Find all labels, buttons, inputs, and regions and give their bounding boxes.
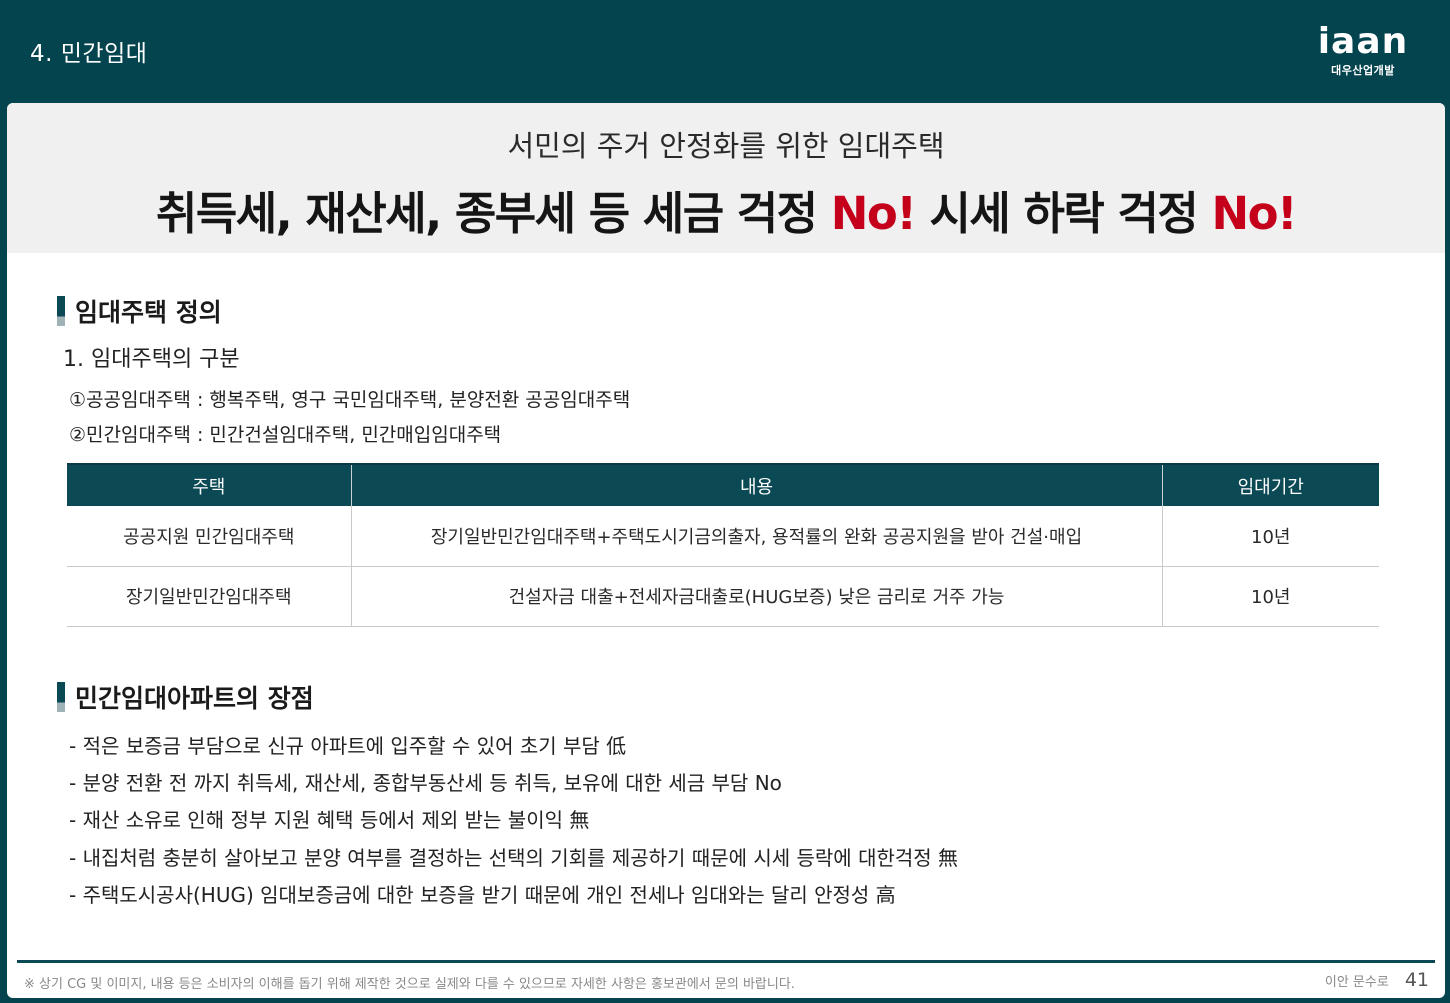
logo-wordmark: iaan (1317, 21, 1409, 62)
section-title: 4. 민간임대 (30, 41, 148, 67)
table-cell: 10년 (1162, 566, 1379, 627)
table-cell: 장기일반민간임대주택+주택도시기금의출자, 용적률의 완화 공공지원을 받아 건… (351, 506, 1163, 567)
advantages-heading-text: 민간임대아파트의 장점 (75, 684, 314, 713)
table-header-row: 주택 내용 임대기간 (67, 463, 1379, 506)
table-row: 공공지원 민간임대주택 장기일반민간임대주택+주택도시기금의출자, 용적률의 완… (67, 506, 1379, 567)
table-header-cell: 내용 (351, 463, 1163, 506)
footer-meta: 이안 문수로 41 (1325, 969, 1429, 991)
table-cell: 공공지원 민간임대주택 (67, 506, 352, 567)
table-cell: 장기일반민간임대주택 (67, 566, 352, 627)
page-number: 41 (1404, 969, 1429, 991)
heading-marker-icon (57, 296, 65, 326)
advantage-item: - 분양 전환 전 까지 취득세, 재산세, 종합부동산세 등 취득, 보유에 … (69, 771, 782, 795)
definition-item-public: ①공공임대주택 : 행복주택, 영구 국민임대주택, 분양전환 공공임대주택 (69, 389, 631, 411)
advantage-item: - 내집처럼 충분히 살아보고 분양 여부를 결정하는 선택의 기회를 제공하기… (69, 846, 959, 870)
definition-item-private: ②민간임대주택 : 민간건설임대주택, 민간매입임대주택 (69, 424, 502, 446)
table-header-cell: 주택 (67, 463, 352, 506)
definition-subtitle: 1. 임대주택의 구분 (63, 347, 240, 372)
footer-disclaimer: ※ 상기 CG 및 이미지, 내용 등은 소비자의 이해를 돕기 위해 제작한 … (24, 977, 795, 992)
advantage-item: - 재산 소유로 인해 정부 지원 혜택 등에서 제외 받는 불이익 無 (69, 808, 590, 832)
hero-headline-part1: 취득세, 재산세, 종부세 등 세금 걱정 (155, 187, 831, 240)
advantage-item: - 주택도시공사(HUG) 임대보증금에 대한 보증을 받기 때문에 개인 전세… (69, 883, 896, 907)
hero-headline-part2: 시세 하락 걱정 (915, 187, 1212, 240)
definition-heading-text: 임대주택 정의 (75, 298, 222, 327)
hero-banner: 서민의 주거 안정화를 위한 임대주택 취득세, 재산세, 종부세 등 세금 걱… (7, 103, 1445, 253)
heading-marker-icon (57, 682, 65, 712)
hero-no-badge-2: No! (1211, 187, 1297, 240)
table-row: 장기일반민간임대주택 건설자금 대출+전세자금대출로(HUG보증) 낮은 금리로… (67, 566, 1379, 627)
footer-contact: 이안 문수로 (1324, 975, 1389, 990)
definition-heading: 임대주택 정의 (57, 293, 222, 329)
hero-subtitle: 서민의 주거 안정화를 위한 임대주택 (507, 129, 945, 163)
footer-divider (17, 960, 1435, 963)
brand-logo: iaan 대우산업개발 (1308, 24, 1418, 78)
table-cell: 10년 (1162, 506, 1379, 567)
advantages-heading: 민간임대아파트의 장점 (57, 679, 314, 715)
hero-no-badge-1: No! (830, 187, 917, 240)
table-cell: 건설자금 대출+전세자금대출로(HUG보증) 낮은 금리로 거주 가능 (351, 566, 1163, 627)
content-panel: 서민의 주거 안정화를 위한 임대주택 취득세, 재산세, 종부세 등 세금 걱… (7, 103, 1445, 998)
advantage-item: - 적은 보증금 부담으로 신규 아파트에 입주할 수 있어 초기 부담 低 (69, 734, 627, 758)
logo-company-name: 대우산업개발 (1331, 64, 1395, 77)
hero-headline: 취득세, 재산세, 종부세 등 세금 걱정 No! 시세 하락 걱정 No! (7, 177, 1445, 242)
table-header-cell: 임대기간 (1162, 463, 1379, 506)
rental-type-table: 주택 내용 임대기간 공공지원 민간임대주택 장기일반민간임대주택+주택도시기금… (67, 463, 1379, 627)
